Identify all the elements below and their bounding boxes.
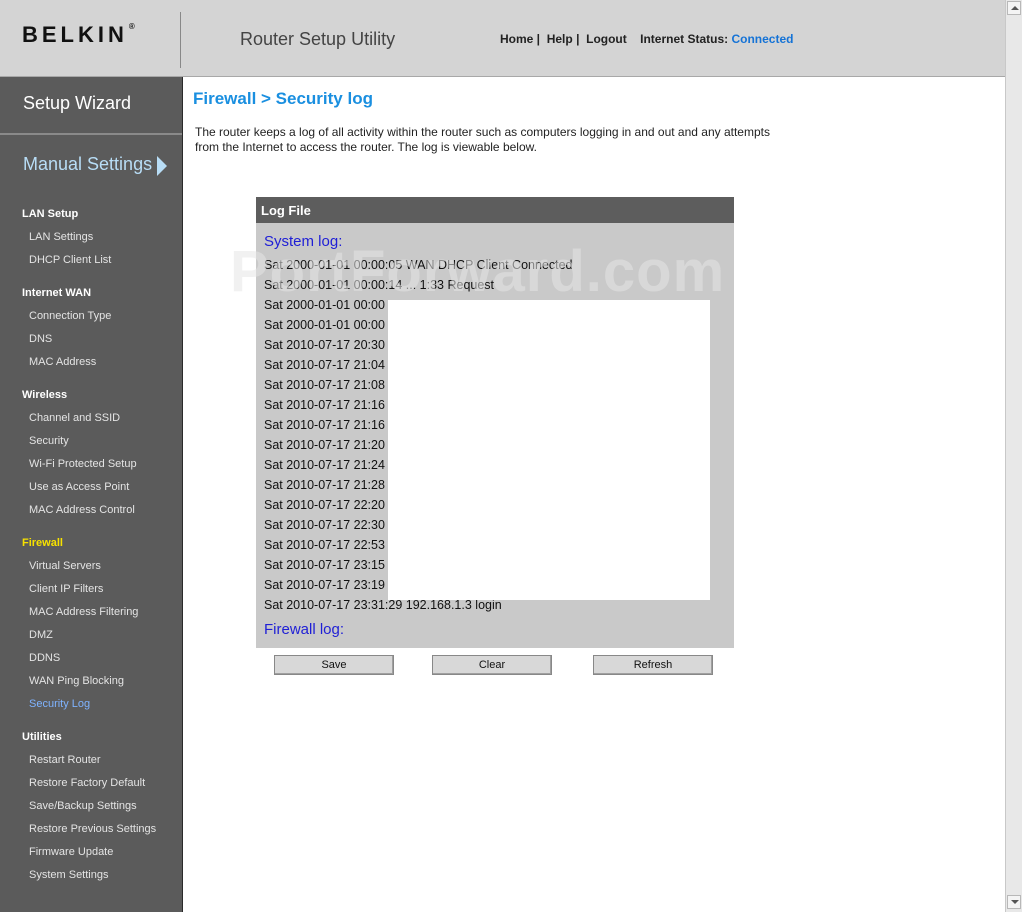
sidebar: Setup Wizard Manual Settings LAN Setup L…	[0, 77, 183, 912]
sidebar-item-security[interactable]: Security	[29, 435, 69, 447]
log-line: Sat 2010-07-17 21:16	[264, 398, 385, 412]
save-button[interactable]: Save	[274, 655, 394, 675]
setup-wizard-label: Setup Wizard	[23, 93, 132, 113]
log-line: Sat 2010-07-17 21:04	[264, 358, 385, 372]
sidebar-item-channel-ssid[interactable]: Channel and SSID	[29, 412, 120, 424]
section-internet-wan: Internet WAN	[22, 287, 92, 299]
sidebar-item-restart-router[interactable]: Restart Router	[29, 754, 101, 766]
sidebar-item-firmware-update[interactable]: Firmware Update	[29, 846, 113, 858]
status-value: Connected	[731, 32, 794, 46]
log-line: Sat 2010-07-17 22:53	[264, 538, 385, 552]
link-separator: |	[533, 32, 544, 46]
refresh-button[interactable]: Refresh	[593, 655, 713, 675]
header-bar: BELKIN® Router Setup Utility Home | Help…	[0, 0, 1005, 77]
logout-link[interactable]: Logout	[586, 32, 627, 46]
log-line: Sat 2000-01-01 00:00	[264, 298, 385, 312]
vertical-scrollbar[interactable]	[1005, 0, 1022, 912]
intro-text: The router keeps a log of all activity w…	[195, 125, 770, 154]
log-file-header: Log File	[256, 197, 734, 223]
firewall-log-label: Firewall log:	[264, 621, 345, 638]
sidebar-item-restore-previous-settings[interactable]: Restore Previous Settings	[29, 823, 156, 835]
system-log-label: System log:	[264, 233, 343, 250]
top-links: Home | Help | Logout Internet Status: Co…	[500, 32, 793, 46]
header-divider	[180, 12, 181, 68]
log-line: Sat 2010-07-17 21:28	[264, 478, 385, 492]
sidebar-item-wan-ping-blocking[interactable]: WAN Ping Blocking	[29, 675, 124, 687]
belkin-logo: BELKIN®	[22, 22, 135, 48]
sidebar-item-system-settings[interactable]: System Settings	[29, 869, 108, 881]
status-label: Internet Status:	[640, 32, 729, 46]
section-utilities: Utilities	[22, 731, 62, 743]
utility-title: Router Setup Utility	[240, 29, 396, 49]
sidebar-item-wps[interactable]: Wi-Fi Protected Setup	[29, 458, 137, 470]
sidebar-item-dns[interactable]: DNS	[29, 333, 52, 345]
sidebar-item-connection-type[interactable]: Connection Type	[29, 310, 111, 322]
manual-settings-label[interactable]: Manual Settings	[23, 154, 152, 175]
clear-button[interactable]: Clear	[432, 655, 552, 675]
log-line: Sat 2000-01-01 00:00	[264, 318, 385, 332]
setup-wizard-button[interactable]: Setup Wizard	[0, 77, 182, 135]
sidebar-item-mac-address[interactable]: MAC Address	[29, 356, 96, 368]
log-line: Sat 2010-07-17 21:08	[264, 378, 385, 392]
log-line: Sat 2010-07-17 21:16	[264, 418, 385, 432]
log-line: Sat 2000-01-01 00:00:05 WAN DHCP Client …	[264, 258, 573, 272]
sidebar-item-client-ip-filters[interactable]: Client IP Filters	[29, 583, 103, 595]
log-line: Sat 2010-07-17 23:31:29 192.168.1.3 logi…	[264, 598, 502, 612]
registered-mark: ®	[128, 22, 135, 31]
section-wireless: Wireless	[22, 389, 68, 401]
home-link[interactable]: Home	[500, 32, 533, 46]
sidebar-item-dhcp-client-list[interactable]: DHCP Client List	[29, 254, 111, 266]
log-redaction-overlay	[388, 300, 710, 600]
sidebar-item-access-point[interactable]: Use as Access Point	[29, 481, 129, 493]
sidebar-item-ddns[interactable]: DDNS	[29, 652, 60, 664]
sidebar-item-restore-factory-default[interactable]: Restore Factory Default	[29, 777, 145, 789]
page-title: Firewall > Security log	[193, 89, 373, 108]
log-line: Sat 2010-07-17 22:30	[264, 518, 385, 532]
help-link[interactable]: Help	[547, 32, 573, 46]
sidebar-item-dmz[interactable]: DMZ	[29, 629, 53, 641]
sidebar-item-security-log[interactable]: Security Log	[29, 698, 90, 710]
log-line: Sat 2010-07-17 21:24	[264, 458, 385, 472]
log-file-panel: Log File System log: Sat 2000-01-01 00:0…	[256, 197, 734, 648]
sidebar-item-save-backup-settings[interactable]: Save/Backup Settings	[29, 800, 137, 812]
sidebar-item-mac-address-filtering[interactable]: MAC Address Filtering	[29, 606, 138, 618]
sidebar-item-virtual-servers[interactable]: Virtual Servers	[29, 560, 101, 572]
section-lan-setup: LAN Setup	[22, 208, 79, 220]
section-firewall: Firewall	[22, 537, 63, 549]
scroll-down-arrow-icon[interactable]	[1007, 895, 1021, 909]
log-line: Sat 2010-07-17 23:15	[264, 558, 385, 572]
sidebar-item-lan-settings[interactable]: LAN Settings	[29, 231, 93, 243]
log-line: Sat 2010-07-17 20:30	[264, 338, 385, 352]
log-line: Sat 2000-01-01 00:00:14 ... 1:33 Request	[264, 278, 495, 292]
log-line: Sat 2010-07-17 22:20	[264, 498, 385, 512]
arrow-right-icon	[157, 156, 167, 176]
log-line: Sat 2010-07-17 21:20	[264, 438, 385, 452]
scroll-up-arrow-icon[interactable]	[1007, 1, 1021, 15]
sidebar-item-mac-address-control[interactable]: MAC Address Control	[29, 504, 135, 516]
logo-text: BELKIN	[22, 22, 128, 47]
log-line: Sat 2010-07-17 23:19	[264, 578, 385, 592]
link-separator: |	[572, 32, 583, 46]
log-file-title: Log File	[261, 203, 311, 218]
